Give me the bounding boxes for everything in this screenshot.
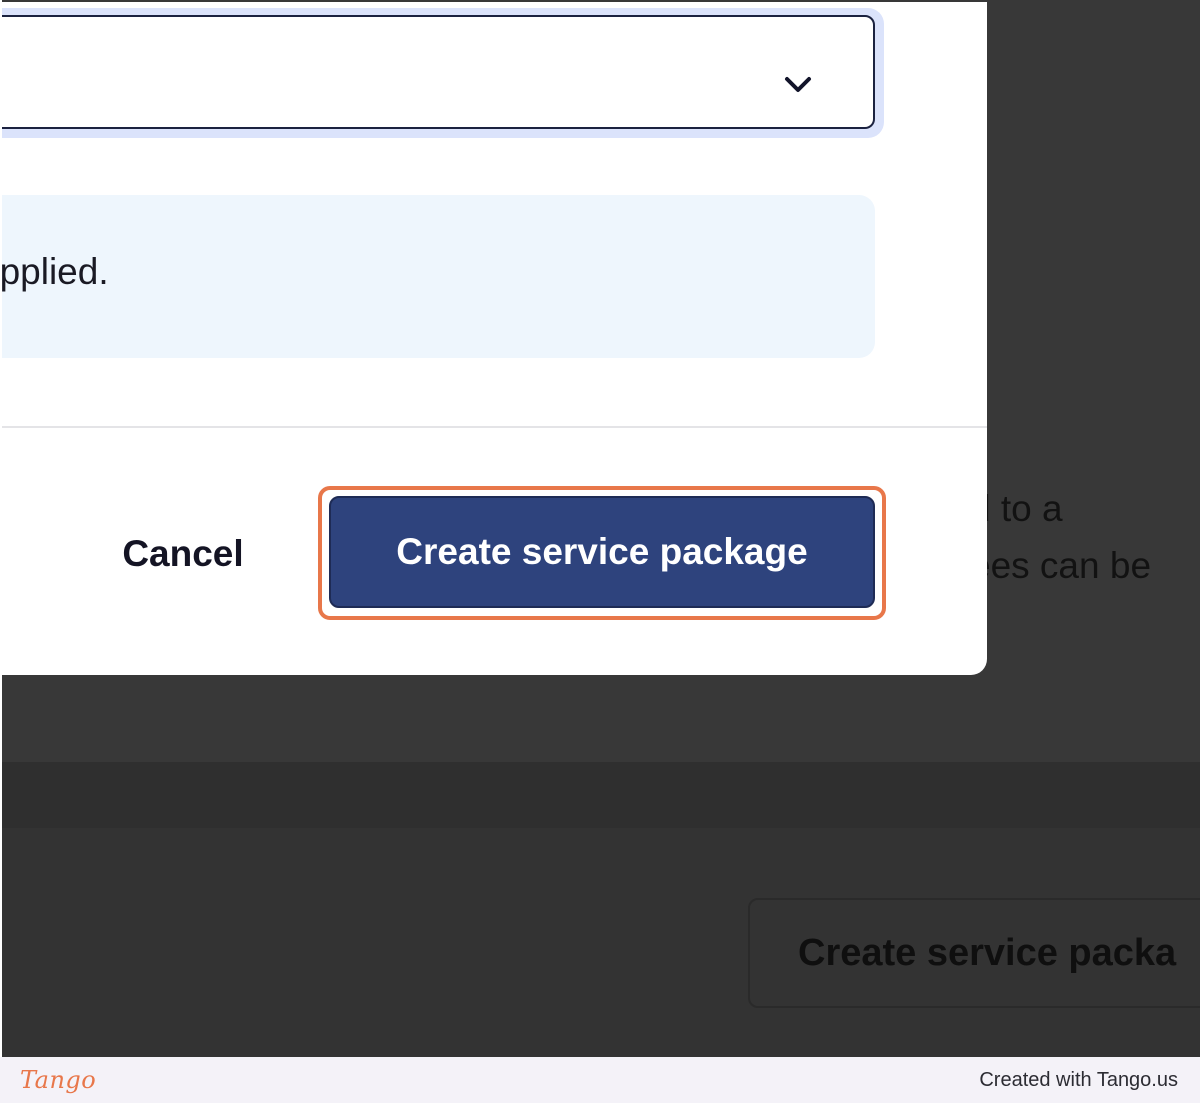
tango-footer: Tango Created with Tango.us xyxy=(0,1057,1200,1103)
background-create-service-package-button: Create service packa xyxy=(748,898,1200,1008)
info-text: is applied. xyxy=(2,251,109,292)
background-description: d to a ees can be xyxy=(970,480,1200,594)
service-package-select[interactable] xyxy=(2,15,875,129)
chevron-down-icon xyxy=(785,77,811,92)
dialog-footer-divider xyxy=(2,426,987,428)
background-button-label: Create service packa xyxy=(798,931,1177,974)
footer-credit: Created with Tango.us xyxy=(979,1068,1178,1091)
create-service-package-button[interactable]: Create service package xyxy=(329,496,875,608)
cancel-button[interactable]: Cancel xyxy=(102,522,264,586)
background-text-line: ees can be xyxy=(970,545,1152,586)
background-band xyxy=(2,762,1200,828)
tango-logo: Tango xyxy=(20,1066,97,1094)
create-service-package-dialog: is applied. Cancel Create service packag… xyxy=(2,2,987,675)
info-callout: is applied. xyxy=(2,195,875,358)
